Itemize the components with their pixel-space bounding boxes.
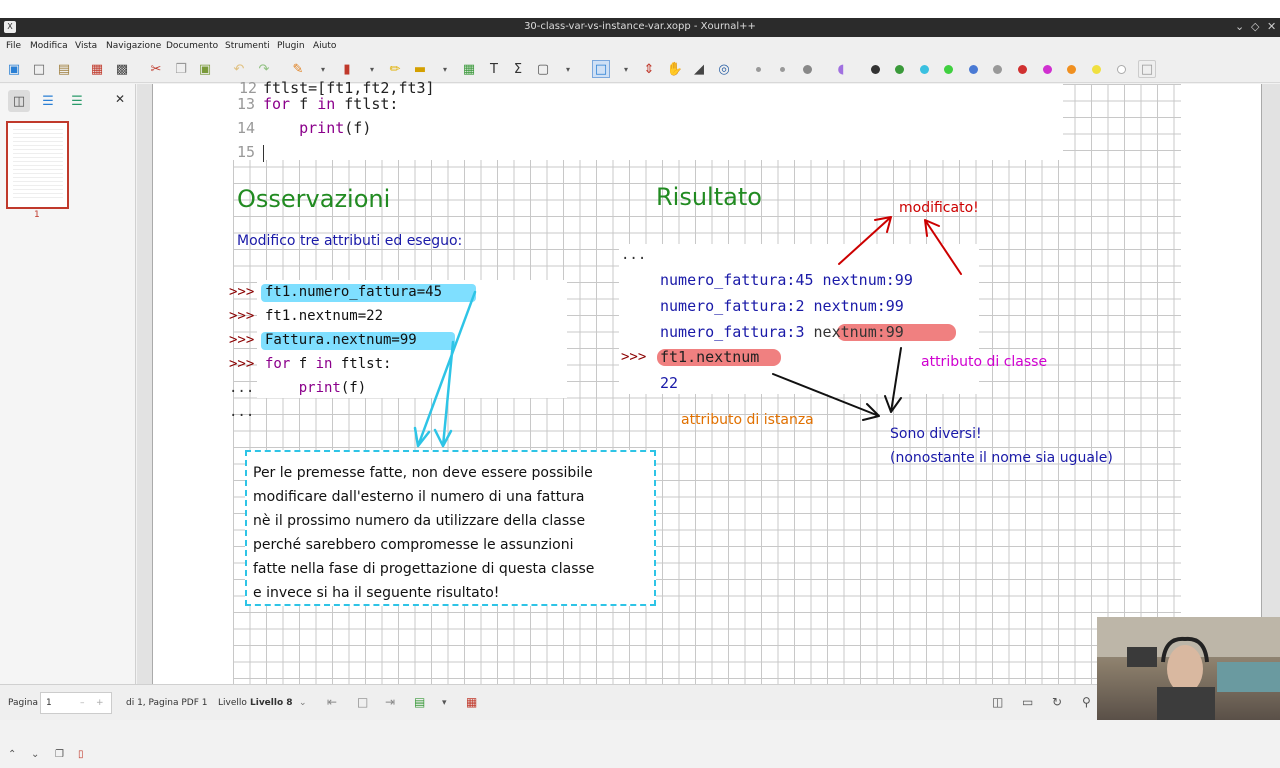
color-green-icon[interactable] — [895, 65, 904, 74]
toolbar: ▣ □ ▤ ▦ ▩ ✂ ❐ ▣ ↶ ↷ ✎ ▾ ▮ ▾ ✏ ▬ ▾ ▦ T Σ … — [0, 55, 1280, 83]
color-cyan-icon[interactable] — [920, 65, 929, 74]
sidebar: ◫ ☰ ☰ ✕ 1 ⌃ ⌄ ❐ ▯ — [0, 84, 136, 760]
delete-page-status-icon[interactable]: ▦ — [466, 695, 477, 709]
text-tool-icon[interactable]: T — [485, 60, 503, 78]
delete-page-icon[interactable]: ▯ — [78, 749, 84, 760]
color-blue-icon[interactable] — [969, 65, 978, 74]
presentation-icon[interactable]: ▭ — [1022, 695, 1033, 709]
statusbar: Pagina 1 – + di 1, Pagina PDF 1 Livello … — [0, 684, 1280, 720]
add-page-dropdown-icon[interactable]: ▾ — [442, 698, 447, 708]
black-arrow-query — [772, 373, 880, 421]
dual-page-icon[interactable]: ◫ — [992, 695, 1003, 709]
red-arrow-left — [838, 216, 892, 265]
layer-select[interactable]: Livello 8 — [250, 698, 293, 708]
pen-dropdown-icon[interactable]: ▾ — [318, 60, 328, 78]
window-titlebar: X 30-class-var-vs-instance-var.xopp - Xo… — [0, 18, 1280, 37]
zoom-icon[interactable]: ⚲ — [1082, 695, 1091, 709]
open-folder-icon[interactable]: ▤ — [55, 60, 73, 78]
print-icon[interactable]: ▩ — [113, 60, 131, 78]
latex-icon[interactable]: Σ — [509, 60, 527, 78]
select-dropdown-icon[interactable]: ▾ — [621, 60, 631, 78]
save-icon[interactable]: ▣ — [5, 60, 23, 78]
thick-stroke-icon[interactable] — [803, 65, 812, 74]
window-title: 30-class-var-vs-instance-var.xopp - Xour… — [524, 21, 756, 32]
color-white-icon[interactable] — [1117, 65, 1126, 74]
shape-icon[interactable]: ▢ — [534, 60, 552, 78]
rotate-icon[interactable]: ↻ — [1052, 695, 1062, 709]
compass-icon[interactable]: ◎ — [715, 60, 733, 78]
last-page-icon[interactable]: ⇥ — [385, 695, 395, 709]
ruler-icon[interactable]: ▬ — [411, 60, 429, 78]
export-pdf-icon[interactable]: ▦ — [88, 60, 106, 78]
minimize-icon[interactable]: ⌄ — [1235, 20, 1244, 33]
webcam-person-image — [1097, 617, 1280, 720]
medium-stroke-icon[interactable] — [780, 67, 785, 72]
hand-icon[interactable]: ✋ — [666, 60, 684, 78]
document-page[interactable]: 12 ftlst=[ft1,ft2,ft3] 13 for f in ftlst… — [152, 79, 1262, 684]
redo-icon[interactable]: ↷ — [255, 60, 273, 78]
annotation-arrows — [413, 216, 962, 448]
color-yellow-icon[interactable] — [1092, 65, 1101, 74]
paste-icon[interactable]: ▣ — [196, 60, 214, 78]
page-label: Pagina — [8, 698, 38, 708]
menu-navigazione[interactable]: Navigazione — [106, 41, 161, 51]
color-gray-icon[interactable] — [993, 65, 1002, 74]
color-orange-icon[interactable] — [1067, 65, 1076, 74]
pen-icon[interactable]: ✎ — [289, 60, 307, 78]
color-magenta-icon[interactable] — [1043, 65, 1052, 74]
ruler-dropdown-icon[interactable]: ▾ — [440, 60, 450, 78]
cut-icon[interactable]: ✂ — [147, 60, 165, 78]
layer-stack-tab-icon[interactable]: ☰ — [66, 90, 88, 112]
menu-plugin[interactable]: Plugin — [277, 41, 305, 51]
black-arrow-nextnum — [884, 347, 902, 413]
page-thumbnail[interactable] — [6, 121, 69, 209]
layer-label: Livello — [218, 698, 247, 708]
top-strip — [0, 0, 1280, 18]
new-document-icon[interactable]: □ — [30, 60, 48, 78]
custom-color-icon[interactable]: □ — [1138, 60, 1156, 78]
color-lightgreen-icon[interactable] — [944, 65, 953, 74]
menu-modifica[interactable]: Modifica — [30, 41, 68, 51]
eraser-icon[interactable]: ▮ — [338, 60, 356, 78]
highlighter-icon[interactable]: ✏ — [386, 60, 404, 78]
undo-icon[interactable]: ↶ — [230, 60, 248, 78]
add-page-icon[interactable]: ▤ — [414, 695, 425, 709]
webcam-overlay — [1097, 617, 1280, 720]
previous-page-icon[interactable]: □ — [357, 695, 368, 709]
select-rect-icon[interactable]: □ — [592, 60, 610, 78]
close-window-icon[interactable]: ✕ — [1267, 20, 1276, 33]
layer-dropdown-icon[interactable]: ⌄ — [299, 698, 307, 708]
maximize-icon[interactable]: ◇ — [1251, 20, 1259, 33]
menu-strumenti[interactable]: Strumenti — [225, 41, 270, 51]
menu-vista[interactable]: Vista — [75, 41, 97, 51]
shape-dropdown-icon[interactable]: ▾ — [563, 60, 573, 78]
first-page-icon[interactable]: ⇤ — [327, 695, 337, 709]
menu-documento[interactable]: Documento — [166, 41, 218, 51]
layers-tab-icon[interactable]: ☰ — [37, 90, 59, 112]
menubar: File Modifica Vista Navigazione Document… — [0, 37, 1280, 55]
color-black-icon[interactable] — [871, 65, 880, 74]
page-preview-tab-icon[interactable]: ◫ — [8, 90, 30, 112]
menu-aiuto[interactable]: Aiuto — [313, 41, 336, 51]
eraser-dropdown-icon[interactable]: ▾ — [367, 60, 377, 78]
color-red-icon[interactable] — [1018, 65, 1027, 74]
vertical-space-icon[interactable]: ⇕ — [640, 60, 658, 78]
menu-file[interactable]: File — [6, 41, 21, 51]
fill-icon[interactable]: ◖ — [832, 60, 850, 78]
move-page-down-icon[interactable]: ⌄ — [31, 749, 39, 760]
sidebar-footer: ⌃ ⌄ ❐ ▯ — [0, 742, 136, 768]
copy-icon[interactable]: ❐ — [172, 60, 190, 78]
close-sidebar-icon[interactable]: ✕ — [115, 92, 125, 106]
image-icon[interactable]: ▦ — [460, 60, 478, 78]
thumbnail-page-number: 1 — [34, 210, 40, 220]
red-arrow-right — [924, 219, 962, 275]
thin-stroke-icon[interactable] — [756, 67, 761, 72]
set-square-icon[interactable]: ◢ — [690, 60, 708, 78]
move-page-up-icon[interactable]: ⌃ — [8, 749, 16, 760]
page-spinner-icon[interactable]: – + — [80, 698, 103, 708]
page-count: di 1, Pagina PDF 1 — [126, 698, 208, 708]
copy-page-icon[interactable]: ❐ — [55, 749, 64, 760]
